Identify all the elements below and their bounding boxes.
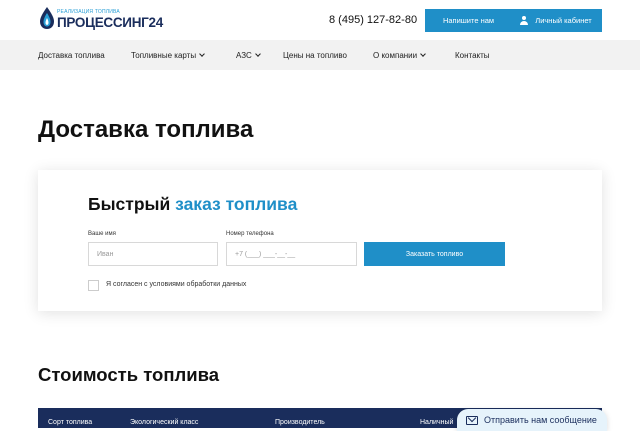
nav-item-contacts[interactable]: Контакты: [455, 51, 490, 60]
write-us-button[interactable]: Напишите нам: [425, 9, 512, 32]
nav-item-label: Топливные карты: [131, 51, 197, 60]
prices-section-title: Стоимость топлива: [38, 364, 220, 385]
nav-item-label: Контакты: [455, 51, 490, 60]
personal-cabinet-button[interactable]: Личный кабинет: [510, 9, 602, 32]
chevron-down-icon: [199, 51, 205, 57]
personal-cabinet-label: Личный кабинет: [535, 16, 592, 25]
quick-order-card: Быстрый заказ топлива Ваше имя Номер тел…: [38, 170, 602, 311]
flame-drop-icon: [40, 7, 54, 29]
site-logo[interactable]: Реализация топлива ПРОЦЕССИНГ24: [38, 6, 163, 32]
page-title: Доставка топлива: [38, 116, 254, 143]
order-fuel-button[interactable]: Заказать топливо: [364, 242, 505, 266]
site-header: Реализация топлива ПРОЦЕССИНГ24 8 (495) …: [0, 0, 640, 40]
user-icon: [520, 16, 529, 25]
nav-item-about[interactable]: О компании: [373, 51, 426, 60]
nav-item-gas-stations[interactable]: АЗС: [236, 51, 261, 60]
send-message-label: Отправить нам сообщение: [484, 415, 597, 425]
order-title-part1: Быстрый: [88, 194, 171, 214]
mail-icon: [466, 415, 478, 425]
chevron-down-icon: [420, 51, 426, 57]
consent-checkbox[interactable]: [88, 280, 99, 291]
consent-label: Я согласен с условиями обработки данных: [106, 281, 247, 288]
phone-link[interactable]: 8 (495) 127-82-80: [329, 14, 417, 26]
chevron-down-icon: [254, 51, 261, 57]
order-form-title: Быстрый заказ топлива: [88, 194, 297, 215]
nav-item-label: Доставка топлива: [38, 51, 105, 60]
order-title-part2: заказ топлива: [175, 194, 298, 214]
logo-wordmark: ПРОЦЕССИНГ24: [57, 15, 163, 30]
phone-input[interactable]: [226, 242, 357, 266]
name-input[interactable]: [88, 242, 218, 266]
main-nav: Доставка топлива Топливные карты АЗС Цен…: [0, 40, 640, 70]
nav-item-label: О компании: [373, 51, 418, 60]
column-header: Наличный: [420, 419, 454, 426]
nav-item-label: Цены на топливо: [283, 51, 347, 60]
phone-label: Номер телефона: [226, 231, 274, 237]
column-header: Сорт топлива: [48, 419, 93, 426]
nav-item-fuel-cards[interactable]: Топливные карты: [131, 51, 205, 60]
nav-item-fuel-prices[interactable]: Цены на топливо: [283, 51, 347, 60]
column-header: Экологический класс: [130, 419, 199, 426]
nav-item-label: АЗС: [236, 51, 252, 60]
nav-item-fuel-delivery[interactable]: Доставка топлива: [38, 51, 105, 60]
column-header: Производитель: [275, 419, 325, 426]
name-label: Ваше имя: [88, 231, 116, 237]
